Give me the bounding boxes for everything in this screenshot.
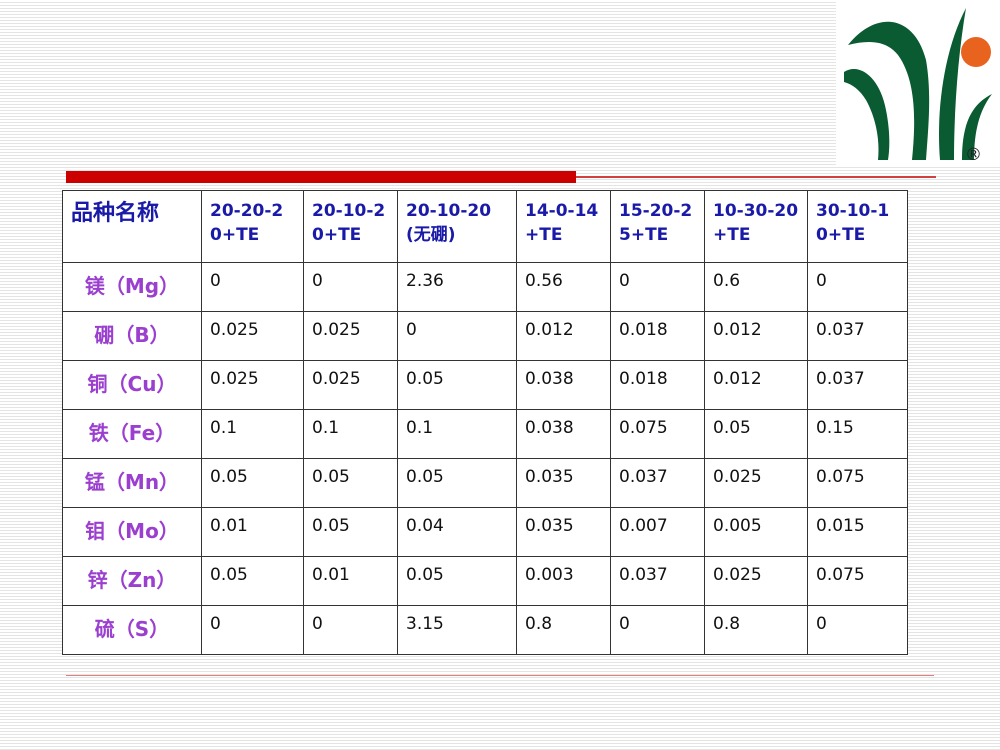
table-cell: 0 — [303, 262, 398, 312]
table-row: 硼（B） 0.025 0.025 0 0.012 0.018 0.012 0.0… — [62, 311, 908, 361]
title-accent-line — [576, 176, 936, 178]
column-header: 30-10-10+TE — [807, 190, 908, 263]
table-cell: 0.035 — [516, 458, 611, 508]
row-label: 锌（Zn） — [62, 556, 202, 606]
row-label: 铁（Fe） — [62, 409, 202, 459]
table-cell: 0 — [610, 605, 705, 655]
table-cell: 0.05 — [303, 507, 398, 557]
table-row: 镁（Mg） 0 0 2.36 0.56 0 0.6 0 — [62, 262, 908, 312]
column-header: 20-10-20+TE — [303, 190, 398, 263]
table-row: 铁（Fe） 0.1 0.1 0.1 0.038 0.075 0.05 0.15 — [62, 409, 908, 459]
table-cell: 0.05 — [201, 458, 304, 508]
title-accent-bar — [66, 171, 576, 183]
table-cell: 0.075 — [807, 458, 908, 508]
table-cell: 0.05 — [397, 556, 517, 606]
table-cell: 0.025 — [201, 311, 304, 361]
table-cell: 0.037 — [610, 458, 705, 508]
table-cell: 0.1 — [303, 409, 398, 459]
table-cell: 0.003 — [516, 556, 611, 606]
table-cell: 0 — [397, 311, 517, 361]
table-cell: 0.012 — [704, 360, 808, 410]
table-cell: 0.075 — [610, 409, 705, 459]
table-cell: 0.075 — [807, 556, 908, 606]
table-cell: 0.8 — [516, 605, 611, 655]
table-cell: 0.05 — [397, 458, 517, 508]
table-cell: 0.037 — [610, 556, 705, 606]
table-cell: 0.012 — [516, 311, 611, 361]
table-cell: 0.025 — [303, 360, 398, 410]
table-cell: 0.8 — [704, 605, 808, 655]
company-logo: ® — [836, 0, 1000, 166]
row-label: 镁（Mg） — [62, 262, 202, 312]
table-cell: 0.038 — [516, 409, 611, 459]
table-cell: 0.037 — [807, 311, 908, 361]
table-cell: 0 — [807, 262, 908, 312]
table-cell: 0.038 — [516, 360, 611, 410]
table-row: 钼（Mo） 0.01 0.05 0.04 0.035 0.007 0.005 0… — [62, 507, 908, 557]
table-cell: 0.037 — [807, 360, 908, 410]
column-header: 15-20-25+TE — [610, 190, 705, 263]
corner-header: 品种名称 — [62, 190, 202, 263]
table-cell: 0.007 — [610, 507, 705, 557]
table-cell: 0.015 — [807, 507, 908, 557]
table-cell: 0.025 — [201, 360, 304, 410]
table-row: 铜（Cu） 0.025 0.025 0.05 0.038 0.018 0.012… — [62, 360, 908, 410]
column-header: 14-0-14+TE — [516, 190, 611, 263]
table-cell: 0.01 — [201, 507, 304, 557]
table-row: 锰（Mn） 0.05 0.05 0.05 0.035 0.037 0.025 0… — [62, 458, 908, 508]
table-cell: 0 — [201, 605, 304, 655]
table-cell: 0.025 — [303, 311, 398, 361]
table-cell: 0.04 — [397, 507, 517, 557]
table-row: 锌（Zn） 0.05 0.01 0.05 0.003 0.037 0.025 0… — [62, 556, 908, 606]
fertilizer-trace-element-table: 品种名称 20-20-20+TE 20-10-20+TE 20-10-20(无硼… — [62, 190, 908, 655]
table-cell: 0.15 — [807, 409, 908, 459]
header-row: 品种名称 20-20-20+TE 20-10-20+TE 20-10-20(无硼… — [62, 190, 908, 263]
table-cell: 0.1 — [201, 409, 304, 459]
table-cell: 0.025 — [704, 458, 808, 508]
column-header: 20-10-20(无硼) — [397, 190, 517, 263]
table-cell: 0.005 — [704, 507, 808, 557]
registered-mark: ® — [965, 145, 982, 165]
row-label: 硫（S） — [62, 605, 202, 655]
table-cell: 0.05 — [397, 360, 517, 410]
table-cell: 0.012 — [704, 311, 808, 361]
table-cell: 0.035 — [516, 507, 611, 557]
table-cell: 0.1 — [397, 409, 517, 459]
table-cell: 0.6 — [704, 262, 808, 312]
column-header: 10-30-20+TE — [704, 190, 808, 263]
row-label: 钼（Mo） — [62, 507, 202, 557]
table-cell: 0 — [201, 262, 304, 312]
footer-divider — [66, 675, 934, 676]
table-cell: 0.05 — [704, 409, 808, 459]
table-cell: 0.05 — [303, 458, 398, 508]
table-cell: 2.36 — [397, 262, 517, 312]
table-cell: 0 — [807, 605, 908, 655]
table-cell: 0.018 — [610, 311, 705, 361]
plant-logo-icon: ® — [844, 8, 992, 165]
row-label: 锰（Mn） — [62, 458, 202, 508]
table-cell: 0 — [610, 262, 705, 312]
table-cell: 0.025 — [704, 556, 808, 606]
table-cell: 0.01 — [303, 556, 398, 606]
table-cell: 3.15 — [397, 605, 517, 655]
table-row: 硫（S） 0 0 3.15 0.8 0 0.8 0 — [62, 605, 908, 655]
table-cell: 0 — [303, 605, 398, 655]
table-cell: 0.56 — [516, 262, 611, 312]
table-cell: 0.05 — [201, 556, 304, 606]
column-header: 20-20-20+TE — [201, 190, 304, 263]
row-label: 铜（Cu） — [62, 360, 202, 410]
row-label: 硼（B） — [62, 311, 202, 361]
table-cell: 0.018 — [610, 360, 705, 410]
